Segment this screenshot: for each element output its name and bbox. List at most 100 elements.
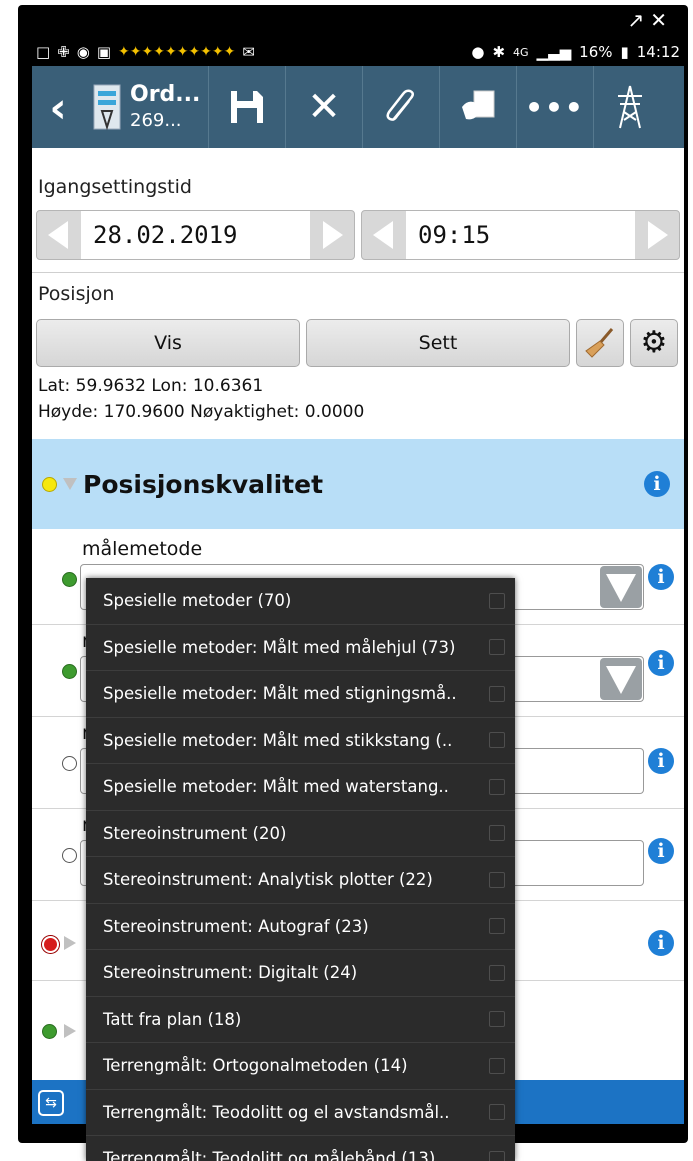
dropdown-option[interactable]: Spesielle metoder: Målt med waterstang.. xyxy=(86,764,515,811)
time-prev-button[interactable] xyxy=(362,211,406,259)
cancel-button[interactable]: ✕ xyxy=(285,66,362,148)
signal-icon: ▁▃▅ xyxy=(536,43,572,61)
dropdown-option[interactable]: Tatt fra plan (18) xyxy=(86,997,515,1043)
option-checkbox[interactable] xyxy=(489,639,505,656)
dropdown-option[interactable]: Stereoinstrument: Digitalt (24) xyxy=(86,950,515,997)
malemetode-dropdown-list: Spesielle metoder (70) Spesielle metoder… xyxy=(86,578,515,1161)
option-checkbox[interactable] xyxy=(489,825,505,842)
position-readout: Lat: 59.9632 Lon: 10.6361 Høyde: 170.960… xyxy=(32,367,684,425)
vis-button[interactable]: Vis xyxy=(36,319,300,367)
select-dropdown-arrow-icon[interactable] xyxy=(600,658,642,700)
sett-button[interactable]: Sett xyxy=(306,319,570,367)
option-label: Spesielle metoder: Målt med målehjul (73… xyxy=(103,637,456,657)
dropdown-option[interactable]: Spesielle metoder: Målt med stikkstang (… xyxy=(86,718,515,764)
option-label: Terrengmålt: Ortogonalmetoden (14) xyxy=(103,1056,408,1076)
status-dot-green xyxy=(62,664,77,679)
info-icon[interactable]: i xyxy=(648,838,674,864)
tool-icon: ✙ xyxy=(57,43,70,61)
dropdown-option[interactable]: Terrengmålt: Ortogonalmetoden (14) xyxy=(86,1043,515,1090)
option-checkbox[interactable] xyxy=(489,592,505,609)
dropdown-option[interactable]: Stereoinstrument: Autograf (23) xyxy=(86,904,515,950)
option-label: Spesielle metoder: Målt med waterstang.. xyxy=(103,777,449,797)
option-checkbox[interactable] xyxy=(489,778,505,795)
toolbar-title: Ord... xyxy=(130,82,201,107)
info-icon[interactable]: i xyxy=(648,564,674,590)
option-checkbox[interactable] xyxy=(489,1104,505,1121)
option-label: Stereoinstrument (20) xyxy=(103,823,287,843)
save-icon xyxy=(231,91,263,123)
option-checkbox[interactable] xyxy=(489,1057,505,1074)
more-icon: ••• xyxy=(525,90,585,124)
mail-icon: ✉ xyxy=(242,43,255,61)
status-dot-yellow xyxy=(42,476,57,492)
option-checkbox[interactable] xyxy=(489,732,505,749)
close-window-icon[interactable]: ✕ xyxy=(650,8,673,32)
power-tower-icon xyxy=(618,85,642,129)
dropdown-option[interactable]: Stereoinstrument: Analytisk plotter (22) xyxy=(86,857,515,904)
window-controls: ↗✕ xyxy=(627,8,673,32)
info-icon[interactable]: i xyxy=(648,748,674,774)
info-icon[interactable]: i xyxy=(648,930,674,956)
sign-button[interactable] xyxy=(439,66,516,148)
posisjonskvalitet-header[interactable]: Posisjonskvalitet i xyxy=(32,439,684,529)
latlon-text: Lat: 59.9632 Lon: 10.6361 xyxy=(38,376,264,396)
status-dot-green xyxy=(42,1024,57,1039)
option-checkbox[interactable] xyxy=(489,1011,505,1028)
system-icons: ● ✱ 4G ▁▃▅ 16% ▮ 14:12 xyxy=(471,43,684,61)
record-icon: ◉ xyxy=(76,43,90,61)
toolbar-subtitle: 269... xyxy=(130,110,182,132)
date-prev-button[interactable] xyxy=(37,211,81,259)
save-button[interactable] xyxy=(208,66,285,148)
dropdown-option[interactable]: Terrengmålt: Teodolitt og målebånd (13) xyxy=(86,1136,515,1161)
battery-icon: ▮ xyxy=(620,43,629,61)
time-next-button[interactable] xyxy=(635,211,679,259)
dropdown-option[interactable]: Spesielle metoder: Målt med stigningsmå.… xyxy=(86,671,515,718)
broom-icon xyxy=(585,328,614,358)
status-bar: □ ✙ ◉ ▣ ✦✦✦✦✦✦✦✦✦✦ ✉ ● ✱ 4G ▁▃▅ 16% ▮ 14… xyxy=(32,38,684,66)
more-button[interactable]: ••• xyxy=(516,66,593,148)
toolbar-title-block: Ord... 269... xyxy=(130,82,208,132)
location-icon: ● xyxy=(471,43,485,61)
select-dropdown-arrow-icon[interactable] xyxy=(600,566,642,608)
status-dot-empty xyxy=(62,756,77,771)
position-settings-button[interactable]: ⚙ xyxy=(630,319,678,367)
external-window-icon[interactable]: ↗ xyxy=(627,8,650,32)
gear-icon: ⚙ xyxy=(640,325,668,360)
option-checkbox[interactable] xyxy=(489,918,505,935)
dropdown-option[interactable]: Spesielle metoder: Målt med målehjul (73… xyxy=(86,625,515,671)
notification-star-icon: ✦✦✦✦✦✦✦✦✦✦ xyxy=(118,44,236,60)
option-label: Stereoinstrument: Digitalt (24) xyxy=(103,963,358,983)
option-checkbox[interactable] xyxy=(489,1150,505,1161)
option-checkbox[interactable] xyxy=(489,685,505,702)
option-label: Stereoinstrument: Autograf (23) xyxy=(103,916,369,936)
attach-button[interactable] xyxy=(362,66,439,148)
option-checkbox[interactable] xyxy=(489,871,505,888)
date-value[interactable]: 28.02.2019 xyxy=(81,211,310,259)
dropdown-option[interactable]: Terrengmålt: Teodolitt og el avstandsmål… xyxy=(86,1090,515,1136)
time-value[interactable]: 09:15 xyxy=(406,211,635,259)
option-label: Spesielle metoder: Målt med stikkstang (… xyxy=(103,730,453,750)
info-icon[interactable]: i xyxy=(644,471,670,497)
posisjon-label: Posisjon xyxy=(38,283,115,305)
screen-icon: □ xyxy=(36,43,51,61)
notification-icons: □ ✙ ◉ ▣ ✦✦✦✦✦✦✦✦✦✦ ✉ xyxy=(32,43,255,61)
clear-position-button[interactable] xyxy=(576,319,624,367)
bluetooth-icon: ✱ xyxy=(492,43,506,61)
status-dot-red xyxy=(42,936,59,953)
posisjon-buttons: Vis Sett ⚙ xyxy=(32,313,684,367)
info-icon[interactable]: i xyxy=(648,650,674,676)
dropdown-option[interactable]: Stereoinstrument (20) xyxy=(86,811,515,857)
dropdown-option[interactable]: Spesielle metoder (70) xyxy=(86,578,515,625)
option-label: Terrengmålt: Teodolitt og målebånd (13) xyxy=(103,1149,436,1161)
back-arrow-icon[interactable]: ‹ xyxy=(32,83,84,132)
group-title: Posisjonskvalitet xyxy=(83,469,324,499)
date-next-button[interactable] xyxy=(310,211,354,259)
malemetode-label: målemetode xyxy=(82,538,203,560)
paperclip-icon xyxy=(386,89,414,121)
swap-icon[interactable]: ⇆ xyxy=(38,1090,64,1116)
hand-document-icon xyxy=(462,90,495,120)
option-label: Spesielle metoder: Målt med stigningsmå.… xyxy=(103,684,457,704)
power-tower-button[interactable] xyxy=(593,66,666,148)
status-dot-green xyxy=(62,572,77,587)
option-checkbox[interactable] xyxy=(489,964,505,981)
